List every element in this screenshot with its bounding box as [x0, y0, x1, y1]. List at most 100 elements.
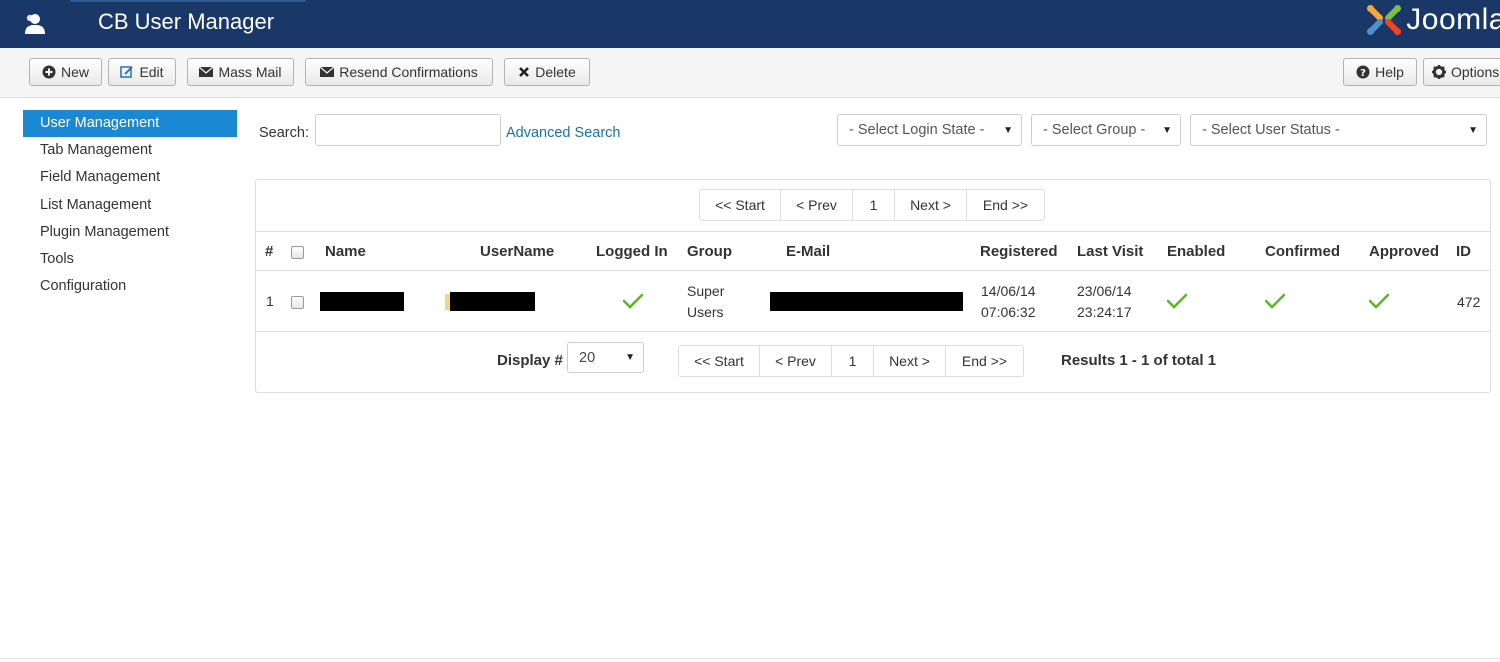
users-table-panel: << Start < Prev 1 Next > End >> # Name U… — [255, 179, 1491, 393]
select-all-checkbox[interactable] — [291, 246, 304, 259]
display-count-value: 20 — [579, 349, 596, 366]
confirmed-check-icon[interactable] — [1265, 293, 1285, 309]
plus-circle-icon — [42, 65, 56, 79]
caret-down-icon: ▼ — [625, 352, 635, 363]
search-label: Search: — [259, 125, 309, 141]
divider — [256, 331, 1490, 332]
search-input[interactable] — [315, 114, 501, 146]
redacted-name[interactable] — [320, 292, 404, 311]
registered-date: 14/06/14 — [981, 283, 1036, 299]
redacted-email[interactable] — [770, 292, 963, 311]
approved-check-icon[interactable] — [1369, 293, 1389, 309]
caret-down-icon: ▼ — [1162, 124, 1172, 136]
display-count-select[interactable]: 20 ▼ — [567, 342, 644, 373]
close-icon — [519, 67, 530, 77]
user-status-select[interactable]: - Select User Status - ▼ — [1190, 114, 1487, 146]
row-checkbox[interactable] — [291, 296, 304, 309]
users-icon — [0, 0, 70, 48]
user-id: 472 — [1457, 294, 1481, 310]
last-visit-time: 23:24:17 — [1077, 304, 1132, 320]
toolbar: New Edit Mass Mail Resend Confirmations … — [0, 48, 1500, 98]
edit-label: Edit — [139, 64, 164, 80]
delete-label: Delete — [535, 64, 576, 80]
page-title: CB User Manager — [98, 9, 275, 34]
page-bottom-divider — [0, 658, 1500, 659]
sidebar-item-field-management[interactable]: Field Management — [23, 164, 237, 191]
gear-icon — [1432, 65, 1446, 79]
sidebar: User Management Tab Management Field Man… — [23, 110, 237, 301]
col-header-confirmed[interactable]: Confirmed — [1265, 243, 1340, 260]
svg-text:?: ? — [1360, 68, 1366, 79]
col-header-email[interactable]: E-Mail — [786, 243, 830, 260]
pagination-end[interactable]: End >> — [966, 189, 1045, 221]
col-header-enabled[interactable]: Enabled — [1167, 243, 1225, 260]
new-button[interactable]: New — [29, 58, 102, 86]
help-button[interactable]: ? Help — [1343, 58, 1417, 86]
col-header-group[interactable]: Group — [687, 243, 732, 260]
login-state-value: - Select Login State - — [849, 122, 985, 138]
pagination-start[interactable]: << Start — [678, 345, 760, 377]
results-count: Results 1 - 1 of total 1 — [1061, 352, 1217, 369]
display-label: Display # — [497, 352, 563, 369]
logged-in-check-icon — [623, 293, 643, 309]
group-line2: Users — [687, 304, 724, 320]
resend-label: Resend Confirmations — [339, 64, 478, 80]
registered-time: 07:06:32 — [981, 304, 1036, 320]
pagination-next[interactable]: Next > — [873, 345, 946, 377]
group-value: - Select Group - — [1043, 122, 1146, 138]
help-label: Help — [1375, 64, 1404, 80]
pagination-next[interactable]: Next > — [894, 189, 967, 221]
col-header-username[interactable]: UserName — [480, 243, 554, 260]
new-label: New — [60, 64, 89, 80]
sidebar-item-plugin-management[interactable]: Plugin Management — [23, 219, 237, 246]
col-header-num: # — [265, 243, 274, 260]
envelope-icon — [320, 67, 335, 77]
caret-down-icon: ▼ — [1468, 124, 1478, 136]
question-circle-icon: ? — [1356, 65, 1370, 79]
last-visit-date: 23/06/14 — [1077, 283, 1132, 299]
col-header-approved[interactable]: Approved — [1369, 243, 1439, 260]
divider — [256, 270, 1490, 271]
user-status-value: - Select User Status - — [1202, 122, 1340, 138]
delete-button[interactable]: Delete — [504, 58, 590, 86]
mass-mail-button[interactable]: Mass Mail — [187, 58, 294, 86]
joomla-logo-icon — [1367, 5, 1402, 35]
pagination-start[interactable]: << Start — [699, 189, 781, 221]
col-header-registered[interactable]: Registered — [980, 243, 1058, 260]
edit-icon — [120, 66, 134, 78]
options-label: Options — [1451, 64, 1500, 80]
pagination-page[interactable]: 1 — [852, 189, 895, 221]
header-accent-line — [70, 0, 306, 2]
edit-button[interactable]: Edit — [108, 58, 176, 86]
advanced-search-link[interactable]: Advanced Search — [506, 125, 620, 141]
col-header-id[interactable]: ID — [1456, 243, 1471, 260]
row-number: 1 — [266, 293, 274, 309]
divider — [256, 231, 1490, 232]
sidebar-item-tab-management[interactable]: Tab Management — [23, 137, 237, 164]
app-header: CB User Manager Joomla — [0, 0, 1500, 48]
col-header-name[interactable]: Name — [325, 243, 366, 260]
sidebar-item-tools[interactable]: Tools — [23, 246, 237, 273]
sidebar-item-user-management[interactable]: User Management — [23, 110, 237, 137]
sidebar-item-configuration[interactable]: Configuration — [23, 273, 237, 300]
enabled-check-icon[interactable] — [1167, 293, 1187, 309]
pagination-end[interactable]: End >> — [945, 345, 1024, 377]
caret-down-icon: ▼ — [1003, 124, 1013, 136]
resend-confirmations-button[interactable]: Resend Confirmations — [305, 58, 493, 86]
col-header-last-visit[interactable]: Last Visit — [1077, 243, 1143, 260]
mass-mail-label: Mass Mail — [218, 64, 282, 80]
pagination-prev[interactable]: < Prev — [759, 345, 832, 377]
bottom-pagination: << Start < Prev 1 Next > End >> — [678, 345, 1024, 377]
login-state-select[interactable]: - Select Login State - ▼ — [837, 114, 1022, 146]
pagination-prev[interactable]: < Prev — [780, 189, 853, 221]
redacted-username[interactable] — [450, 292, 535, 311]
group-select[interactable]: - Select Group - ▼ — [1031, 114, 1181, 146]
sidebar-item-list-management[interactable]: List Management — [23, 192, 237, 219]
joomla-brand[interactable]: Joomla — [1366, 2, 1500, 38]
pagination-page[interactable]: 1 — [831, 345, 874, 377]
col-header-logged-in[interactable]: Logged In — [596, 243, 668, 260]
group-line1: Super — [687, 283, 725, 299]
options-button[interactable]: Options — [1423, 58, 1500, 86]
top-pagination: << Start < Prev 1 Next > End >> — [699, 189, 1045, 221]
brand-text: Joomla — [1406, 3, 1500, 36]
